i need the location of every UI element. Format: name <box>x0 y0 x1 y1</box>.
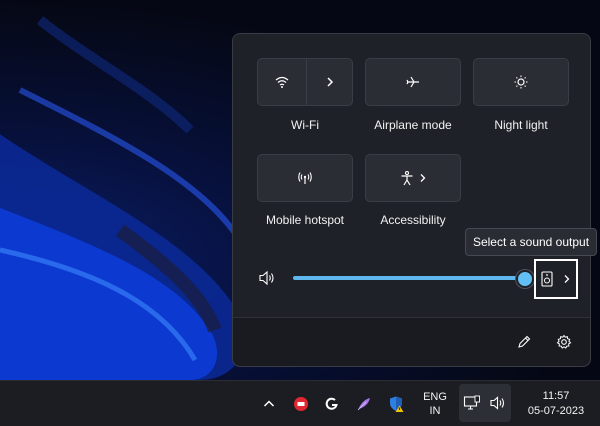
clock-time: 11:57 <box>542 389 570 402</box>
quick-settings-panel: Wi-Fi Airplane mode Night light Mobile h… <box>232 33 591 367</box>
app-red-icon[interactable] <box>290 381 312 426</box>
tile-label-accessibility: Accessibility <box>380 213 446 227</box>
feather-icon[interactable] <box>353 381 375 426</box>
volume-slider-track[interactable] <box>293 276 522 280</box>
tile-accessibility[interactable] <box>365 154 461 202</box>
gear-icon[interactable] <box>554 332 574 352</box>
accessibility-expand-chevron-icon[interactable] <box>416 155 430 201</box>
language-code: ENG <box>423 390 447 403</box>
night-light-icon <box>513 74 529 90</box>
volume-slider-thumb[interactable] <box>516 270 534 288</box>
wifi-icon[interactable] <box>258 59 307 105</box>
clock[interactable]: 11:57 05-07-2023 <box>519 381 593 426</box>
network-icon <box>463 395 481 411</box>
keyboard-region: IN <box>429 404 441 417</box>
taskbar: ENG IN 11:57 05-07-2023 <box>0 380 600 426</box>
tile-airplane[interactable] <box>365 58 461 106</box>
speaker-icon[interactable] <box>258 269 278 287</box>
wifi-expand-chevron-icon[interactable] <box>306 59 354 105</box>
defender-warning-icon[interactable] <box>386 381 408 426</box>
sound-output-tooltip: Select a sound output <box>465 228 597 256</box>
volume-icon <box>489 395 507 411</box>
speaker-device-icon <box>541 271 553 287</box>
language-indicator[interactable]: ENG IN <box>418 381 452 426</box>
chevron-right-icon <box>563 274 571 284</box>
tile-label-night-light: Night light <box>494 118 548 132</box>
quick-settings-footer <box>233 317 590 366</box>
network-volume-tray-button[interactable] <box>459 384 511 422</box>
sound-output-button[interactable] <box>534 259 578 299</box>
pencil-icon[interactable] <box>514 332 534 352</box>
chevron-up-icon[interactable] <box>258 381 280 426</box>
tile-wifi[interactable] <box>257 58 353 106</box>
clock-date: 05-07-2023 <box>527 404 585 417</box>
tile-mobile-hotspot[interactable] <box>257 154 353 202</box>
tile-night-light[interactable] <box>473 58 569 106</box>
airplane-icon <box>405 74 421 90</box>
hotspot-icon <box>297 170 313 186</box>
logitech-g-icon[interactable] <box>321 381 343 426</box>
